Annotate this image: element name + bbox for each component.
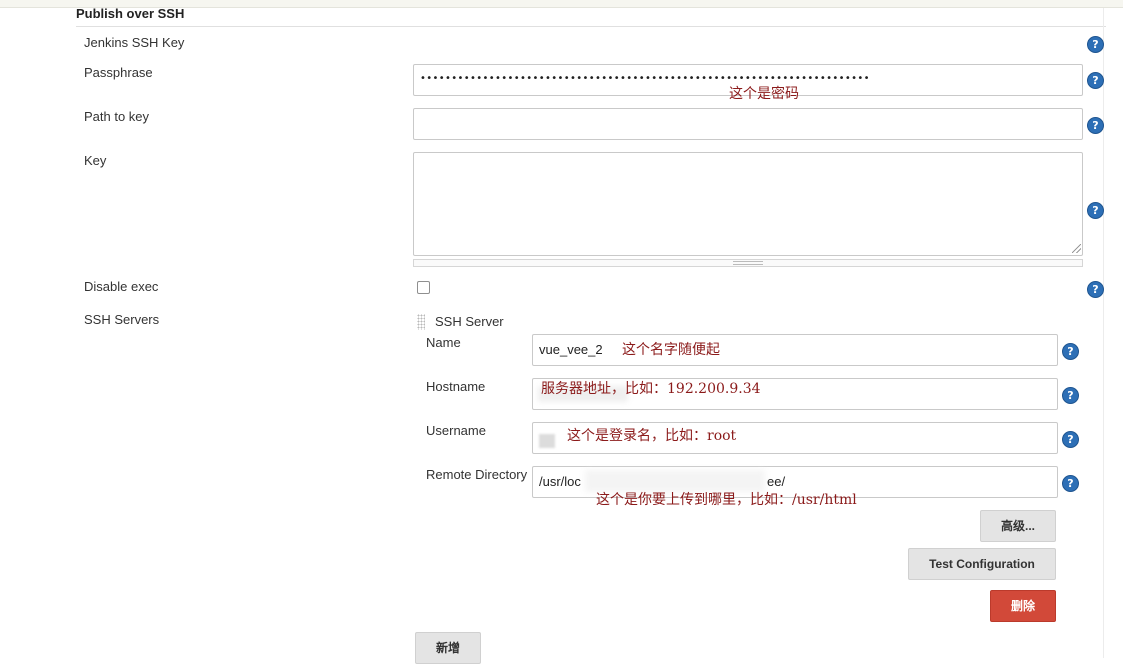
- textarea-resize-corner[interactable]: [1072, 244, 1081, 253]
- help-icon[interactable]: ?: [1087, 281, 1104, 298]
- key-textarea[interactable]: [413, 152, 1083, 256]
- remote-directory-value-start: /usr/loc: [539, 474, 581, 489]
- key-label: Key: [84, 153, 107, 168]
- hostname-annotation: 服务器地址，比如：192.200.9.34: [541, 381, 761, 397]
- redacted-username: [539, 434, 555, 448]
- hostname-label: Hostname: [426, 379, 486, 394]
- remote-directory-value-end: ee/: [767, 474, 786, 489]
- name-annotation: 这个名字随便起: [622, 342, 720, 358]
- remote-directory-annotation: 这个是你要上传到哪里，比如：/usr/html: [596, 492, 857, 508]
- resize-grip-icon: [733, 261, 763, 265]
- help-icon[interactable]: ?: [1087, 117, 1104, 134]
- ssh-servers-label: SSH Servers: [84, 312, 160, 327]
- name-input[interactable]: [532, 334, 1058, 366]
- ssh-server-title: SSH Server: [435, 314, 504, 329]
- help-icon[interactable]: ?: [1087, 202, 1104, 219]
- add-button[interactable]: 新增: [415, 632, 481, 664]
- help-icon[interactable]: ?: [1062, 475, 1079, 492]
- name-label: Name: [426, 335, 461, 350]
- passphrase-masked-value: ••••••••••••••••••••••••••••••••••••••••…: [420, 73, 870, 84]
- help-icon[interactable]: ?: [1087, 36, 1104, 53]
- path-to-key-label: Path to key: [84, 109, 150, 124]
- page-right-divider: [1103, 8, 1104, 658]
- passphrase-annotation: 这个是密码: [729, 86, 799, 102]
- help-icon[interactable]: ?: [1087, 72, 1104, 89]
- passphrase-label: Passphrase: [84, 65, 153, 80]
- section-divider: [76, 26, 1106, 27]
- help-icon[interactable]: ?: [1062, 343, 1079, 360]
- username-label: Username: [426, 423, 486, 438]
- remote-directory-label: Remote Directory: [426, 467, 528, 482]
- name-input-value: vue_vee_2: [539, 342, 603, 357]
- jenkins-ssh-key-label: Jenkins SSH Key: [84, 35, 185, 50]
- test-configuration-button[interactable]: Test Configuration: [908, 548, 1056, 580]
- help-icon[interactable]: ?: [1062, 431, 1079, 448]
- advanced-button[interactable]: 高级...: [980, 510, 1056, 542]
- disable-exec-label: Disable exec: [84, 279, 159, 294]
- help-icon[interactable]: ?: [1062, 387, 1079, 404]
- delete-button[interactable]: 删除: [990, 590, 1056, 622]
- drag-handle-icon[interactable]: [417, 314, 425, 330]
- path-to-key-input[interactable]: [413, 108, 1083, 140]
- username-annotation: 这个是登录名，比如：root: [567, 428, 737, 444]
- disable-exec-checkbox[interactable]: [417, 281, 430, 294]
- section-title: Publish over SSH: [76, 6, 185, 21]
